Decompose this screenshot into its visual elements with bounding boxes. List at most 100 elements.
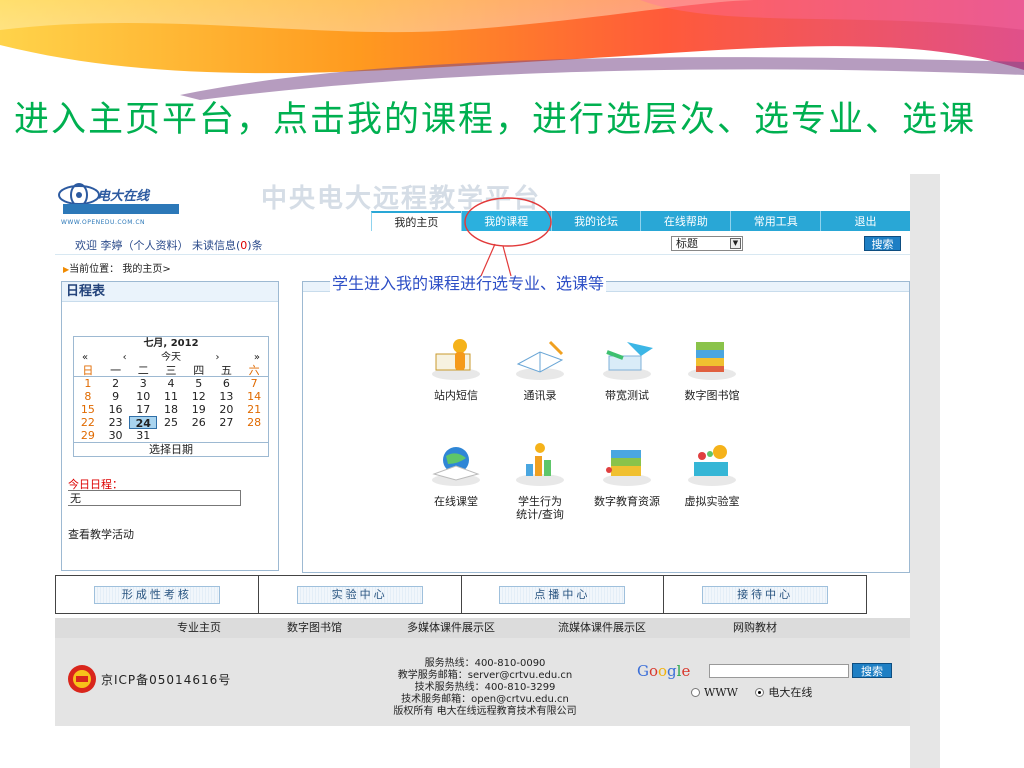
footer-link-library[interactable]: 数字图书馆 [287, 618, 342, 638]
calendar-day[interactable]: 15 [74, 403, 102, 416]
welcome-prefix: 欢迎 李婷（ [75, 239, 134, 252]
bandwidth-test-icon [603, 342, 653, 380]
calendar-day[interactable]: 5 [185, 377, 213, 390]
tile-digital-library[interactable]: 数字图书馆 [667, 334, 757, 402]
welcome-text: 欢迎 李婷（个人资料） 未读信息(0)条 [75, 237, 263, 253]
calendar-day[interactable]: 19 [185, 403, 213, 416]
next-year-button[interactable]: » [254, 351, 260, 364]
tab-online-help[interactable]: 在线帮助 [640, 211, 731, 231]
search-type-select[interactable]: 标题 ▼ [671, 236, 743, 251]
callout-pointer [480, 243, 512, 277]
svg-text:电大在线: 电大在线 [97, 188, 151, 204]
prev-year-button[interactable]: « [82, 351, 88, 364]
tile-bandwidth-test[interactable]: 带宽测试 [582, 334, 672, 402]
calendar-grid: 日一二三四五六 1 2 3 4 5 6 7 8 9 10 11 12 13 14 15 16 17 18 19 20 21… [74, 364, 268, 442]
tech-email: 技术服务邮箱：open@crtvu.edu.cn [401, 694, 569, 705]
calendar-day[interactable]: 24 [129, 416, 158, 430]
tile-mail-person[interactable]: 站内短信 [411, 334, 501, 402]
footer-link-textbooks[interactable]: 网购教材 [733, 618, 777, 638]
lab-center-button[interactable]: 实验中心 [296, 585, 423, 604]
tile-statistics[interactable]: 学生行为 统计/查询 [495, 440, 585, 521]
google-search-input[interactable] [709, 664, 849, 678]
calendar-day[interactable]: 29 [74, 429, 102, 442]
copyright: 版权所有 电大在线远程教育技术有限公司 [393, 706, 577, 717]
calendar-day[interactable]: 31 [129, 429, 157, 442]
site-footer: 京ICP备05014616号 服务热线：400-810-0090 教学服务邮箱：… [55, 638, 910, 726]
site-logo[interactable]: 电大在线 WWW.OPENEDU.COM.CN [57, 178, 183, 226]
footer-link-streaming[interactable]: 流媒体课件展示区 [558, 618, 646, 638]
today-schedule-box: 无 [68, 490, 241, 506]
calendar-widget: 七月, 2012 « ‹ 今天 › » 日一二三四五六 1 2 3 4 5 6 7 8 9 10 11… [73, 336, 269, 457]
calendar-day[interactable]: 1 [74, 377, 102, 390]
footer-link-multimedia[interactable]: 多媒体课件展示区 [407, 618, 495, 638]
radio-www-label: WWW [704, 686, 738, 699]
tab-my-forum[interactable]: 我的论坛 [550, 211, 641, 231]
today-button[interactable]: 今天 [161, 351, 181, 364]
calendar-day[interactable]: 7 [240, 377, 268, 390]
calendar-day[interactable]: 17 [129, 403, 157, 416]
tab-my-courses[interactable]: 我的课程 [460, 211, 551, 231]
welcome-middle: ） 未读信息( [177, 239, 241, 252]
chevron-down-icon[interactable]: ▼ [730, 238, 741, 249]
search-button[interactable]: 搜索 [864, 236, 901, 251]
radio-www[interactable] [691, 688, 700, 697]
tile-label: 学生行为 统计/查询 [516, 495, 564, 521]
tile-label: 虚拟实验室 [684, 495, 740, 508]
calendar-day[interactable]: 20 [213, 403, 241, 416]
calendar-day[interactable]: 30 [102, 429, 130, 442]
tile-education-resources[interactable]: 数字教育资源 [582, 440, 672, 508]
search-scope-radios: WWW 电大在线 [691, 684, 812, 700]
mail-person-icon [432, 339, 480, 380]
radio-site[interactable] [755, 688, 765, 697]
calendar-day[interactable]: 18 [157, 403, 185, 416]
prev-month-button[interactable]: ‹ [123, 351, 127, 364]
breadcrumb-path[interactable]: 我的主页> [122, 264, 170, 275]
calendar-day[interactable]: 3 [129, 377, 157, 390]
logo-icon: 电大在线 [58, 183, 179, 214]
calendar-day[interactable]: 4 [157, 377, 185, 390]
profile-link[interactable]: 个人资料 [134, 239, 178, 252]
assessment-button[interactable]: 形成性考核 [93, 585, 220, 604]
teaching-email: 教学服务邮箱：server@crtvu.edu.cn [397, 670, 573, 681]
online-classroom-icon [432, 447, 480, 486]
service-hotline: 服务热线：400-810-0090 [424, 658, 546, 669]
calendar-day[interactable]: 2 [102, 377, 130, 390]
tile-label: 数字教育资源 [594, 495, 660, 508]
tile-address-book[interactable]: 通讯录 [495, 334, 585, 402]
calendar-day[interactable]: 25 [157, 416, 185, 429]
radio-site-label: 电大在线 [768, 686, 813, 699]
calendar-day[interactable]: 11 [157, 390, 185, 403]
footer-link-major[interactable]: 专业主页 [177, 618, 221, 638]
vod-center-button[interactable]: 点播中心 [499, 585, 626, 604]
tile-online-classroom[interactable]: 在线课堂 [411, 440, 501, 508]
calendar-day[interactable]: 12 [185, 390, 213, 403]
calendar-day[interactable]: 27 [213, 416, 241, 429]
address-book-icon [516, 340, 564, 380]
calendar-day[interactable]: 8 [74, 390, 102, 403]
tile-virtual-lab[interactable]: 虚拟实验室 [667, 440, 757, 508]
calendar-day[interactable]: 28 [240, 416, 268, 429]
calendar-day[interactable]: 14 [240, 390, 268, 403]
tab-tools[interactable]: 常用工具 [730, 211, 821, 231]
calendar-day[interactable]: 16 [102, 403, 130, 416]
tab-my-home[interactable]: 我的主页 [371, 211, 461, 231]
calendar-day[interactable]: 26 [185, 416, 213, 429]
calendar-day[interactable]: 22 [74, 416, 102, 429]
calendar-day[interactable]: 21 [240, 403, 268, 416]
calendar-day[interactable]: 23 [102, 416, 130, 429]
calendar-day[interactable]: 13 [213, 390, 241, 403]
calendar-day[interactable]: 6 [213, 377, 241, 390]
tab-logout[interactable]: 退出 [820, 211, 910, 231]
calendar-day[interactable]: 10 [129, 390, 157, 403]
reception-center-button[interactable]: 接待中心 [702, 585, 829, 604]
weekday-header: 一 [101, 364, 130, 377]
logo-url: WWW.OPENEDU.COM.CN [61, 219, 146, 226]
today-schedule-value: 无 [70, 492, 81, 505]
view-activities-link[interactable]: 查看教学活动 [68, 526, 134, 542]
select-date-button[interactable]: 选择日期 [74, 442, 268, 456]
icp-number[interactable]: 京ICP备05014616号 [101, 671, 231, 688]
calendar-day[interactable]: 9 [102, 390, 130, 403]
google-search-button[interactable]: 搜索 [852, 663, 892, 678]
next-month-button[interactable]: › [215, 351, 219, 364]
tile-label: 数字图书馆 [684, 389, 740, 402]
